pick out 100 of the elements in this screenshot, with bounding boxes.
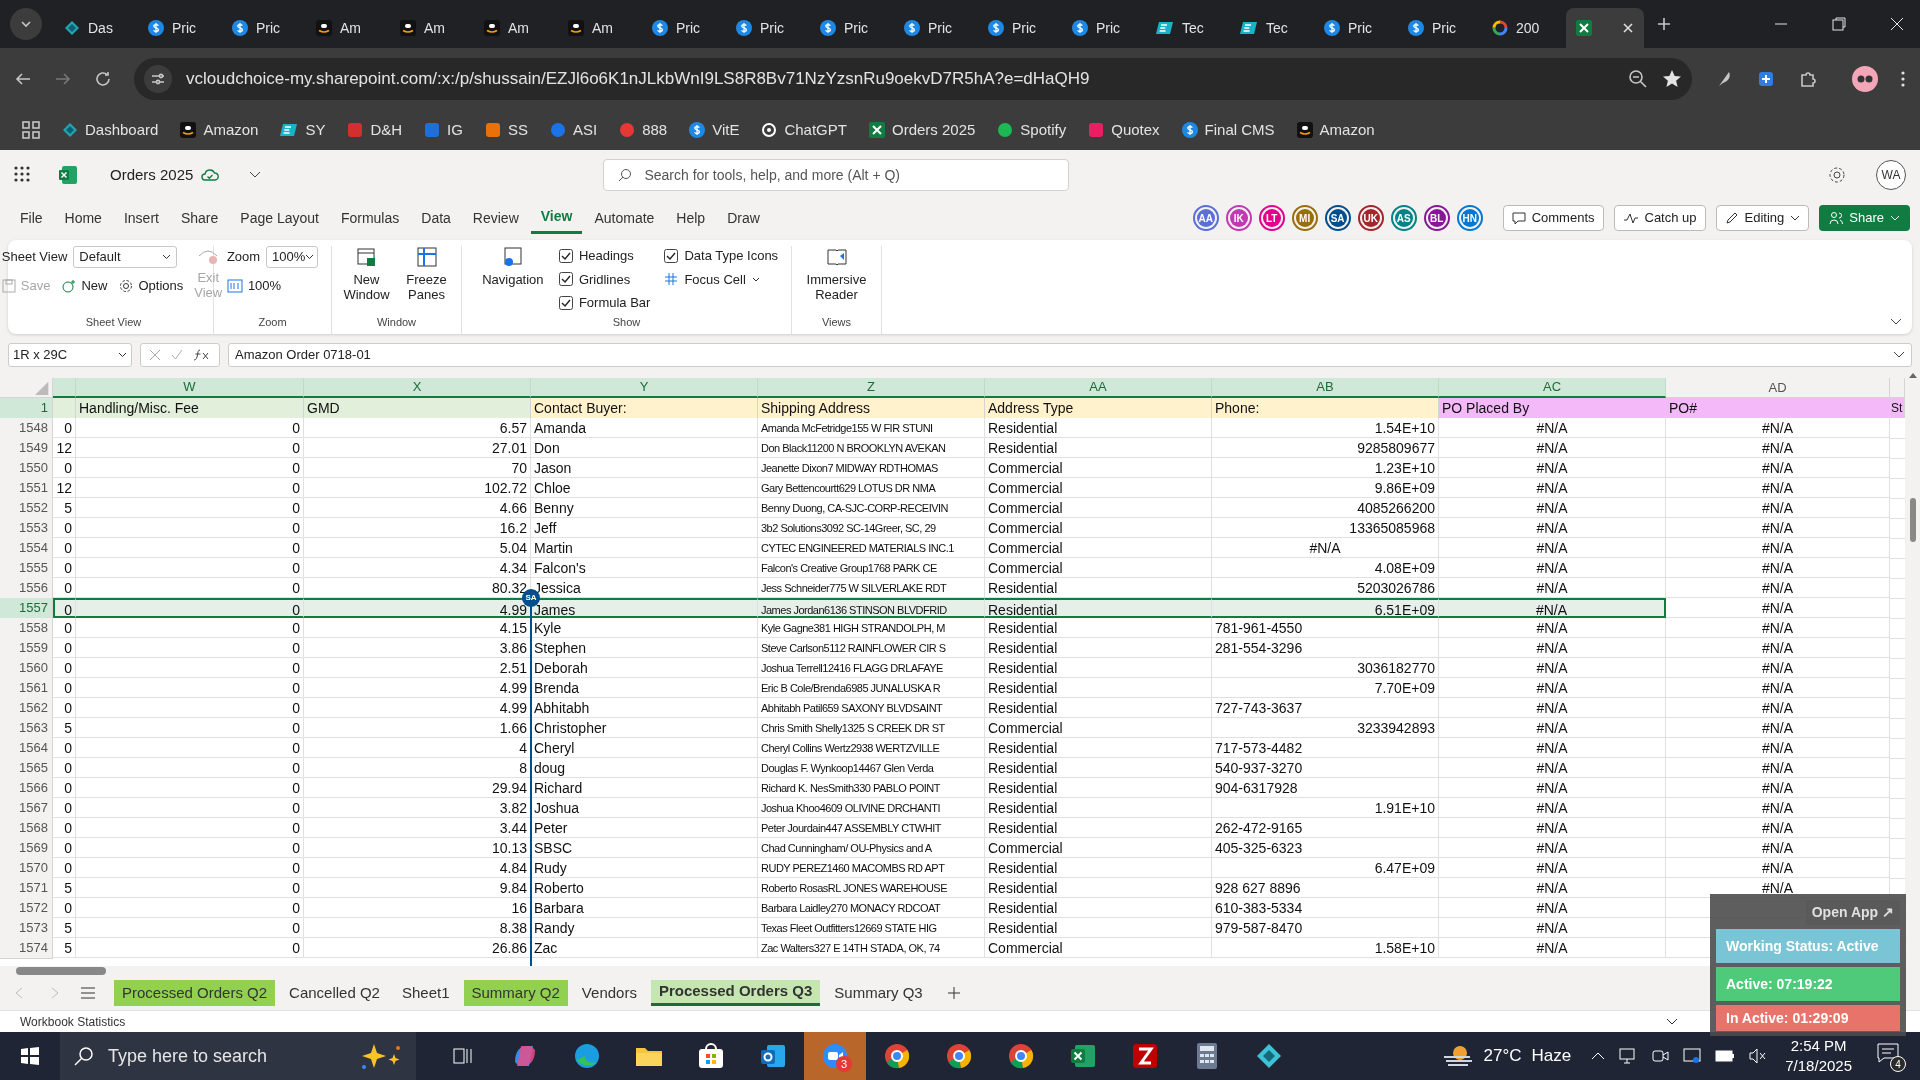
zoom-100-button[interactable]: 100% (226, 276, 319, 296)
new-view-button[interactable]: New (62, 276, 108, 296)
new-window-button[interactable]: New Window (340, 246, 393, 302)
column-header[interactable]: W (76, 378, 304, 398)
checkbox-option[interactable]: Headings (558, 246, 651, 266)
bookmark-link[interactable]: VitE (712, 118, 740, 142)
column-header[interactable]: AC (1439, 378, 1666, 398)
bookmark-link[interactable]: Amazon (1319, 118, 1375, 142)
browser-tab[interactable]: Pric (810, 8, 894, 48)
menu-tab[interactable]: Help (666, 202, 716, 234)
row-header[interactable]: 1561 (0, 678, 53, 699)
collaborator-avatar[interactable]: BL (1423, 205, 1450, 231)
row-header[interactable]: 1573 (0, 918, 53, 939)
browser-tab[interactable]: Tec (1146, 8, 1230, 48)
column-header[interactable]: Z (758, 378, 985, 398)
browser-tab[interactable]: Pric (138, 8, 222, 48)
row-header[interactable]: 1560 (0, 658, 53, 679)
browser-tab[interactable]: Das (54, 8, 138, 48)
bookmark-link[interactable]: 888 (642, 118, 668, 142)
bookmark-link[interactable]: D&H (370, 118, 403, 142)
collaborator-avatar[interactable]: HN (1456, 205, 1483, 231)
bookmark-link[interactable]: ASI (572, 118, 598, 142)
row-header[interactable]: 1574 (0, 938, 53, 959)
row-header[interactable]: 1558 (0, 618, 53, 639)
browser-tab[interactable]: Tec (1230, 8, 1314, 48)
bookmark-link[interactable]: Final CMS (1204, 118, 1275, 142)
row-header[interactable]: 1559 (0, 638, 53, 659)
focus-cell-button[interactable]: Focus Cell (664, 269, 779, 289)
file-name[interactable]: Orders 2025 (110, 163, 194, 187)
row-header[interactable]: 1562 (0, 698, 53, 719)
row-header[interactable]: 1569 (0, 838, 53, 859)
menu-tab[interactable]: Formulas (330, 202, 410, 234)
column-header[interactable]: Y (531, 378, 758, 398)
sheet-tab[interactable]: Sheet1 (393, 980, 458, 1006)
formula-input[interactable]: Amazon Order 0718-01 (228, 343, 1912, 367)
bookmark-link[interactable]: SS (507, 118, 528, 142)
row-header[interactable]: 1552 (0, 498, 53, 519)
bookmark-link[interactable]: SY (305, 118, 326, 142)
menu-tab[interactable]: Draw (717, 202, 770, 234)
navigation-button[interactable]: Navigation (474, 246, 551, 287)
menu-tab[interactable]: Insert (113, 202, 169, 234)
collaborator-avatar[interactable]: IK (1225, 205, 1252, 231)
editing-button[interactable]: Editing (1715, 205, 1810, 231)
options-button[interactable]: Options (119, 276, 184, 296)
account-avatar[interactable]: WA (1876, 160, 1906, 190)
checkbox-option[interactable]: Data Type Icons (664, 246, 779, 266)
column-header[interactable]: X (304, 378, 531, 398)
menu-tab[interactable]: Data (411, 202, 461, 234)
menu-tab[interactable]: Share (170, 202, 229, 234)
freeze-panes-button[interactable]: Freeze Panes (400, 246, 453, 302)
browser-tab[interactable]: Pric (726, 8, 810, 48)
row-header[interactable]: 1553 (0, 518, 53, 539)
row-header[interactable]: 1564 (0, 738, 53, 759)
collaborator-avatar[interactable]: AS (1390, 205, 1417, 231)
sheet-view-dropdown[interactable]: Default (73, 246, 178, 268)
browser-tab[interactable]: Pric (1062, 8, 1146, 48)
browser-tab[interactable]: Am (474, 8, 558, 48)
menu-tab[interactable]: Review (462, 202, 529, 234)
bookmark-link[interactable]: ChatGPT (784, 118, 847, 142)
browser-tab[interactable]: Pric (1314, 8, 1398, 48)
column-header[interactable]: AD (1666, 378, 1890, 398)
row-header[interactable]: 1555 (0, 558, 53, 579)
comments-button[interactable]: Comments (1502, 205, 1604, 231)
bookmark-link[interactable]: Amazon (203, 118, 259, 142)
clock-time[interactable]: 2:54 PM (1790, 1036, 1847, 1056)
sheet-tab[interactable]: Cancelled Q2 (281, 980, 388, 1006)
row-header[interactable]: 1571 (0, 878, 53, 899)
column-header[interactable]: AA (985, 378, 1212, 398)
row-header[interactable]: 1556 (0, 578, 53, 599)
row-header[interactable]: 1563 (0, 718, 53, 739)
collaborator-avatar[interactable]: LT (1258, 205, 1285, 231)
row-header[interactable]: 1557 (0, 598, 53, 619)
zoom-dropdown[interactable]: 100% (266, 246, 319, 268)
menu-tab[interactable]: View (530, 202, 583, 234)
checkbox-option[interactable]: Gridlines (558, 269, 651, 289)
bookmark-link[interactable]: IG (447, 118, 463, 142)
sheet-tab[interactable]: Processed Orders Q3 (650, 980, 821, 1006)
open-app-button[interactable]: Open App ↗ (1805, 900, 1900, 925)
column-header[interactable]: AB (1212, 378, 1439, 398)
search-field[interactable]: Search for tools, help, and more (Alt + Q) (603, 159, 1070, 191)
workbook-statistics[interactable]: Workbook Statistics (20, 1012, 126, 1031)
sheet-tab[interactable]: Processed Orders Q2 (114, 980, 276, 1006)
browser-tab[interactable]: Am (558, 8, 642, 48)
browser-tab[interactable]: Pric (222, 8, 306, 48)
taskbar-search-field[interactable]: Type here to search (60, 1032, 416, 1080)
bookmark-link[interactable]: Orders 2025 (891, 118, 976, 142)
row-header[interactable]: 1567 (0, 798, 53, 819)
row-header[interactable]: 1568 (0, 818, 53, 839)
menu-tab[interactable]: Page Layout (230, 202, 329, 234)
browser-tab[interactable]: Pric (894, 8, 978, 48)
row-header[interactable]: 1554 (0, 538, 53, 559)
row-header[interactable]: 1565 (0, 758, 53, 779)
row-header[interactable]: 1549 (0, 438, 53, 459)
collaborator-avatar[interactable]: MI (1291, 205, 1318, 231)
collaborator-avatar[interactable]: SA (1324, 205, 1351, 231)
share-button[interactable]: Share (1819, 205, 1910, 231)
row-header[interactable]: 1 (0, 398, 53, 418)
checkbox-option[interactable]: Formula Bar (558, 293, 651, 313)
menu-tab[interactable]: File (10, 202, 53, 234)
collaborator-avatar[interactable]: UK (1357, 205, 1384, 231)
